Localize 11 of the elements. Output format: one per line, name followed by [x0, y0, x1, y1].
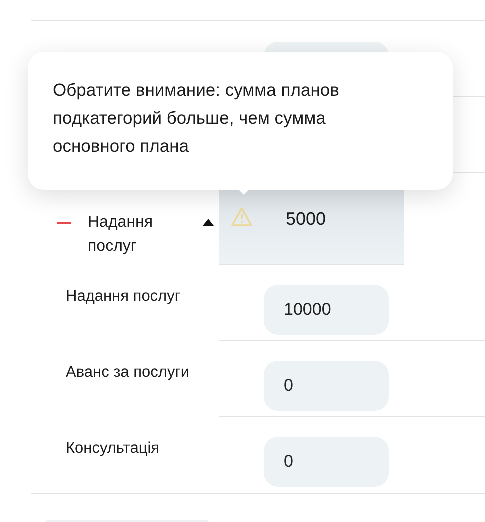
tooltip: Обратите внимание: сумма планов подкатегорий больше, чем сумма основного плана — [28, 52, 453, 190]
category-label: Надання послуг — [88, 213, 154, 257]
amount-field[interactable]: 0 — [264, 437, 389, 487]
caret-icon[interactable] — [203, 219, 214, 226]
tooltip-pointer — [236, 187, 252, 195]
subcategory-label: Надання послуг — [66, 288, 181, 305]
amount-field[interactable]: 0 — [264, 361, 389, 411]
amount-field[interactable]: 10000 — [264, 285, 389, 335]
minus-icon — [57, 222, 71, 224]
subcategory-label: Аванс за послуги — [66, 364, 190, 381]
subcategory-label: Консультація — [66, 440, 160, 457]
